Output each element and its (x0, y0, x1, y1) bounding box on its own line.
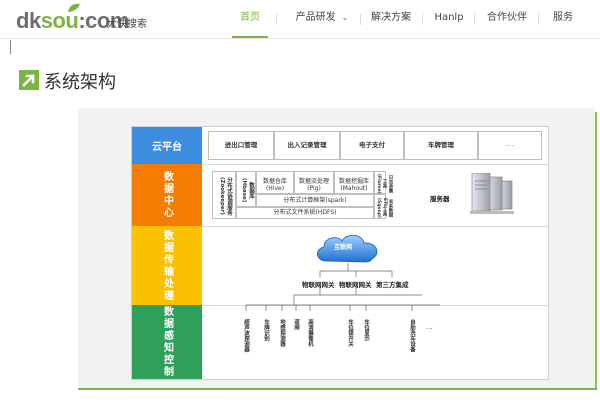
nav-item-partners[interactable]: 合作伙伴 (484, 0, 530, 36)
sensor-ground-detector: 地感探测器 (279, 319, 285, 347)
server-label: 服务器 (430, 195, 450, 203)
sqoop-box: 关系数据ETL工具(Sqoop) (374, 194, 393, 219)
server-rack-icon (470, 173, 514, 214)
sensor-plate-recognition: 车牌识别 (263, 319, 269, 341)
nav-item-service[interactable]: 服务 (548, 0, 578, 36)
diagram-accent-line (78, 388, 597, 390)
sensor-parking-lock: 车位锁开关 (347, 319, 353, 347)
flume-label: 日志收集工具(Flume) (376, 173, 393, 194)
sensor-barrier-gate: 道闸 (293, 319, 299, 330)
layer-data-sensing: 数据感知控制 (132, 305, 202, 379)
module-plate-management: 车牌管理 (404, 131, 478, 160)
spark-box: 分布式计算框架(spark) (256, 194, 374, 207)
nav-divider (422, 13, 423, 25)
nav-item-products[interactable]: 产品研发 ⌄ (287, 0, 357, 36)
layer-cloud-platform: 云平台 (132, 127, 202, 164)
pig-box: 数据流处理(Pig) (294, 171, 334, 194)
hive-box: 数据仓库(Hive) (256, 171, 294, 194)
arrow-up-right-icon (19, 70, 39, 90)
flume-box: 日志收集工具(Flume) (374, 171, 393, 194)
text-cursor (10, 40, 11, 54)
hdfs-box: 分布式文件系统(HDFS) (236, 207, 374, 219)
nav-divider (538, 13, 539, 25)
sensor-self-carwash: 自助洗车设备 (409, 319, 415, 352)
layer-data-center: 数据中心 (132, 164, 202, 226)
architecture-diagram: 云平台 数据中心 数据传输处理 数据感知控制 进出口管理 出入记录管理 电子支付… (131, 126, 549, 380)
sensor-hd-camera: 高清摄像机 (307, 319, 313, 347)
row-divider (202, 226, 548, 227)
module-more: …… (478, 131, 542, 160)
chevron-down-icon: ⌄ (341, 13, 349, 22)
module-import-export: 进出口管理 (208, 131, 274, 160)
nav-item-hanlp[interactable]: Hanlp (432, 0, 466, 36)
hbase-box: 实时分布式数据库(Hbase) (236, 171, 262, 207)
module-e-payment: 电子支付 (340, 131, 404, 160)
layer-data-transport: 数据传输处理 (132, 226, 202, 305)
iot-gateway-1: 物联网网关 (302, 281, 335, 289)
page-title: 系统架构 (44, 72, 116, 93)
iot-gateway-2: 物联网网关 (339, 281, 372, 289)
nav-item-home[interactable]: 首页 (232, 0, 268, 38)
logo-subtitle: 大快搜索 (107, 19, 147, 30)
third-party-integration: 第三方集成 (376, 281, 409, 289)
module-access-records: 出入记录管理 (274, 131, 340, 160)
internet-label: 互联网 (334, 244, 353, 251)
diagram-accent-edge (595, 112, 597, 390)
sensor-more: … (426, 323, 433, 331)
nav-divider (276, 13, 277, 25)
nav-divider (474, 13, 475, 25)
row-divider (202, 164, 548, 165)
top-header: dksou:com 大快搜索 首页 产品研发 ⌄ 解决方案 Hanlp 合作伙伴 … (0, 0, 600, 39)
nav-divider (360, 13, 361, 25)
sensor-ultrasonic: 超声波探测器 (243, 319, 249, 352)
leaf-icon (68, 3, 80, 12)
nav-item-products-label: 产品研发 (295, 12, 336, 23)
zookeeper-label: 分布式协调服务(Zookeeper) (219, 176, 232, 216)
sqoop-label: 关系数据ETL工具(Sqoop) (376, 197, 393, 218)
nav-item-solutions[interactable]: 解决方案 (368, 0, 414, 36)
sensor-lines (245, 295, 440, 311)
sensor-space-display: 车位显示 (363, 319, 369, 341)
zookeeper-box: 分布式协调服务(Zookeeper) (212, 171, 236, 219)
mahout-box: 数据挖掘库(Mahout) (334, 171, 374, 194)
